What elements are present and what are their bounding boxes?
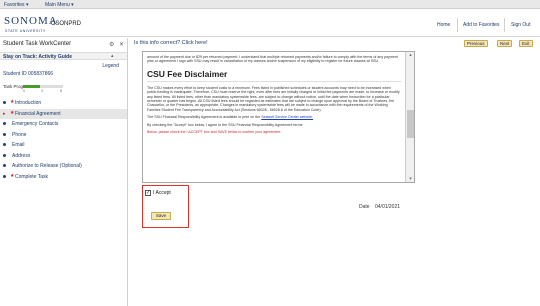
accept-highlight-box: ✓ I Accept Save: [142, 185, 189, 228]
main-content: Is this info correct? Click here! Previo…: [129, 38, 540, 306]
accept-terms-paragraph: By checking the "Accept" box below, I ag…: [147, 122, 303, 127]
university-logo-subtitle: STATE UNIVERSITY: [5, 29, 46, 33]
instruction-text: Below, please check the I ACCEPT box and…: [147, 130, 282, 135]
sidebar-item-phone[interactable]: Phone: [0, 130, 127, 141]
sidebar-item-financial-agreement[interactable]: ▸ ★ Financial Agreement: [0, 108, 127, 119]
required-star-icon: ★: [10, 109, 15, 116]
sign-out-link[interactable]: Sign Out: [511, 22, 530, 28]
sidebar-item-label: Authorize to Release (Optional): [12, 163, 82, 169]
date-label: Date: [359, 204, 370, 210]
accept-checkbox[interactable]: ✓: [145, 190, 151, 196]
home-link[interactable]: Home: [437, 22, 450, 28]
sidebar-item-label: Introduction: [15, 100, 42, 106]
activity-guide-title: Stay on Track: Activity Guide: [3, 54, 73, 60]
agreement-print-text: The SSU Financial Responsibility Agreeme…: [147, 115, 261, 120]
sidebar-item-address[interactable]: Address: [0, 151, 127, 162]
task-progress-bar: [23, 85, 63, 88]
status-dot-icon: [3, 132, 6, 136]
save-button[interactable]: Save: [151, 212, 171, 220]
task-list: ★ Introduction ▸ ★ Financial Agreement E…: [0, 98, 127, 182]
vertical-scrollbar[interactable]: ▴ ▾: [405, 52, 414, 182]
progress-tick: 0: [23, 89, 25, 93]
agreement-text-area: amount of the payment due or $29 per ret…: [143, 52, 405, 182]
add-to-favorites-link[interactable]: Add to Favorites: [463, 22, 499, 28]
main-menu[interactable]: Main Menu ▾: [45, 2, 74, 8]
next-button[interactable]: Next: [497, 40, 513, 47]
scroll-thumb[interactable]: [407, 110, 414, 138]
progress-tick: 6: [60, 89, 62, 93]
divider: [457, 18, 458, 32]
university-logo: SONOMA: [4, 15, 58, 27]
close-icon[interactable]: ✕: [119, 41, 124, 48]
sidebar-item-complete-task[interactable]: ★ Complete Task: [0, 172, 127, 183]
disclaimer-paragraph: The CSU makes every effort to keep stude…: [147, 85, 400, 112]
scroll-up-icon[interactable]: ▴: [407, 52, 414, 58]
status-dot-icon: [3, 164, 6, 167]
sidebar-item-label: Financial Agreement: [15, 110, 61, 117]
activity-guide-header: Stay on Track: Activity Guide ▴: [0, 52, 127, 60]
agreement-print-paragraph: The SSU Financial Responsibility Agreeme…: [147, 115, 401, 119]
collapse-icon[interactable]: ▴: [111, 53, 114, 59]
task-progress-fill: [23, 85, 40, 88]
progress-tick: 3: [41, 89, 43, 93]
disclaimer-title: CSU Fee Disclaimer: [147, 69, 401, 82]
status-dot-icon: [3, 153, 6, 157]
system-name: CSONPRD: [51, 21, 82, 27]
status-dot-icon: [3, 174, 6, 178]
sidebar-item-label: Emergency Contacts: [12, 121, 59, 127]
sidebar-title: Student Task WorkCenter: [3, 41, 72, 47]
date-value: 04/01/2021: [375, 204, 401, 210]
required-star-icon: ★: [10, 172, 15, 179]
scroll-down-icon[interactable]: ▾: [407, 176, 414, 182]
agreement-frame: amount of the payment due or $29 per ret…: [142, 51, 415, 183]
accept-checkbox-label: I Accept: [153, 190, 171, 196]
sidebar-item-label: Phone: [12, 131, 27, 138]
divider: [504, 18, 505, 32]
sidebar: Student Task WorkCenter ⚙ ✕ Stay on Trac…: [0, 38, 128, 306]
sidebar-item-email[interactable]: Email: [0, 140, 127, 151]
sidebar-item-label: Email: [12, 142, 25, 148]
sidebar-item-introduction[interactable]: ★ Introduction: [0, 98, 127, 109]
favorites-menu[interactable]: Favorites ▾: [4, 2, 28, 8]
sidebar-item-label: Complete Task: [15, 173, 48, 180]
current-step-arrow-icon: ▸: [3, 110, 6, 117]
top-menu-bar: Favorites ▾ Main Menu ▾: [0, 0, 540, 9]
settings-icon[interactable]: ⚙: [109, 41, 114, 48]
previous-button[interactable]: Previous: [464, 40, 488, 47]
header: SONOMA STATE UNIVERSITY CSONPRD Home Add…: [0, 9, 540, 37]
seawolf-service-center-link[interactable]: Seawolf Service Center website.: [261, 115, 313, 119]
status-dot-icon: [3, 143, 6, 146]
sidebar-item-label: Address: [12, 152, 31, 159]
legend-link[interactable]: Legend: [102, 63, 119, 69]
sidebar-item-authorize-release[interactable]: Authorize to Release (Optional): [0, 161, 127, 172]
info-correct-link[interactable]: Is this info correct? Click here!: [134, 40, 208, 46]
exit-button[interactable]: Exit: [519, 40, 533, 47]
agreement-paragraph: amount of the payment due or $29 per ret…: [147, 55, 398, 64]
student-id: Student ID 005837866: [3, 71, 54, 77]
required-star-icon: ★: [10, 99, 15, 105]
status-dot-icon: [3, 101, 6, 104]
sidebar-item-emergency-contacts[interactable]: Emergency Contacts: [0, 119, 127, 130]
status-dot-icon: [3, 122, 6, 125]
